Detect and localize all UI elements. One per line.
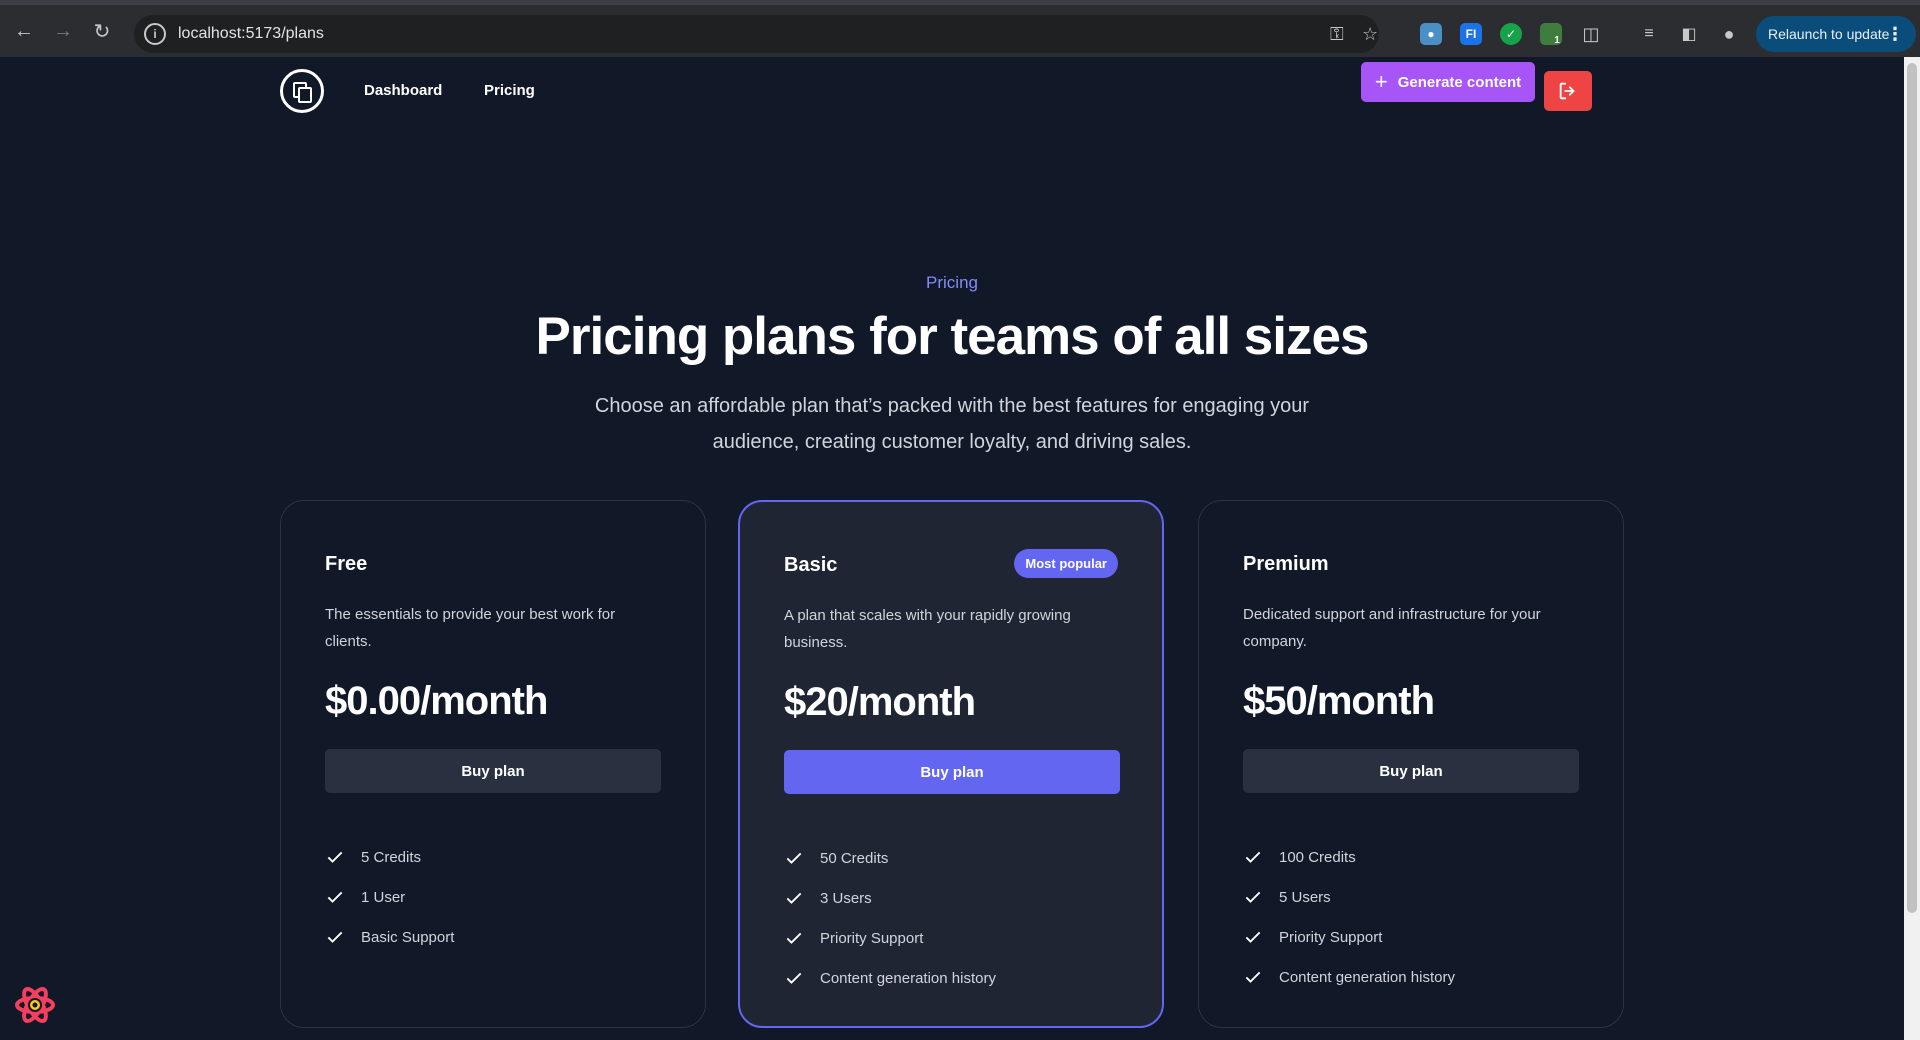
plan-name: Free <box>325 553 368 575</box>
feature-item: Priority Support <box>784 918 996 958</box>
check-icon <box>327 851 343 863</box>
logout-button[interactable] <box>1544 71 1592 111</box>
feature-item: Content generation history <box>1243 957 1455 997</box>
feature-item: 5 Credits <box>325 837 454 877</box>
feature-item: Content generation history <box>784 958 996 998</box>
nav-link-pricing[interactable]: Pricing <box>484 82 535 99</box>
plan-name: Basic <box>784 554 838 576</box>
feature-item: 5 Users <box>1243 877 1455 917</box>
plan-name: Premium <box>1243 553 1329 575</box>
buy-plan-button[interactable]: Buy plan <box>1243 749 1579 793</box>
feature-item: 1 User <box>325 877 454 917</box>
media-queue-icon[interactable]: ≡ <box>1638 23 1660 45</box>
check-icon <box>786 892 802 904</box>
plan-card-basic: Basic Most popular A plan that scales wi… <box>738 500 1164 1028</box>
check-icon <box>786 852 802 864</box>
feature-item: Priority Support <box>1243 917 1455 957</box>
app-logo[interactable] <box>280 69 324 113</box>
feature-list: 50 Credits 3 Users Priority Support Cont… <box>784 838 996 998</box>
site-info-icon[interactable]: i <box>144 23 166 45</box>
plan-price: $20/month <box>784 680 976 724</box>
check-icon <box>1245 931 1261 943</box>
forward-icon[interactable]: → <box>48 16 78 46</box>
extension-fi-icon[interactable]: FI <box>1460 23 1482 45</box>
back-icon[interactable]: ← <box>9 16 39 46</box>
relaunch-button[interactable]: Relaunch to update ⋮ <box>1756 16 1916 52</box>
plan-card-premium: Premium Dedicated support and infrastruc… <box>1198 500 1624 1028</box>
plan-card-free: Free The essentials to provide your best… <box>280 500 706 1028</box>
address-bar[interactable]: i localhost:5173/plans ⚿ ☆ <box>134 15 1379 53</box>
page-title: Pricing plans for teams of all sizes <box>535 307 1370 366</box>
extension-icon[interactable]: ● <box>1420 23 1442 45</box>
url-text[interactable]: localhost:5173/plans <box>178 25 324 43</box>
extension-check-icon[interactable]: ✓ <box>1500 23 1522 45</box>
buy-plan-button[interactable]: Buy plan <box>784 750 1120 794</box>
check-icon <box>1245 851 1261 863</box>
generate-content-button[interactable]: + Generate content <box>1361 62 1535 102</box>
plan-price: $50/month <box>1243 679 1435 723</box>
reload-icon[interactable]: ↻ <box>87 16 117 46</box>
check-icon <box>1245 971 1261 983</box>
browser-toolbar: ← → ↻ i localhost:5173/plans ⚿ ☆ ● FI ✓ … <box>0 0 1920 57</box>
feature-item: 3 Users <box>784 878 996 918</box>
buy-plan-button[interactable]: Buy plan <box>325 749 661 793</box>
password-key-icon[interactable]: ⚿ <box>1330 24 1344 45</box>
scrollbar-thumb[interactable] <box>1907 63 1917 913</box>
most-popular-badge: Most popular <box>1014 549 1118 578</box>
check-icon <box>786 932 802 944</box>
nav-link-dashboard[interactable]: Dashboard <box>364 82 442 99</box>
logout-icon <box>1559 82 1575 100</box>
check-icon <box>786 972 802 984</box>
check-icon <box>1245 891 1261 903</box>
feature-item: 100 Credits <box>1243 837 1455 877</box>
plus-icon: + <box>1374 69 1388 94</box>
menu-dots-icon[interactable]: ⋮ <box>1886 24 1904 45</box>
profile-icon[interactable]: ● <box>1718 23 1740 45</box>
react-devtools-icon[interactable] <box>14 984 56 1026</box>
extension-badge-icon[interactable]: 1 <box>1540 23 1562 46</box>
plan-description: Dedicated support and infrastructure for… <box>1243 606 1541 650</box>
section-eyebrow: Pricing <box>926 273 978 292</box>
page-subtitle: Choose an affordable plan that’s packed … <box>594 395 1310 453</box>
feature-item: 50 Credits <box>784 838 996 878</box>
check-icon <box>327 931 343 943</box>
feature-list: 100 Credits 5 Users Priority Support Con… <box>1243 837 1455 997</box>
side-panel-icon[interactable]: ◧ <box>1678 23 1700 45</box>
feature-item: Basic Support <box>325 917 454 957</box>
check-icon <box>327 891 343 903</box>
bookmark-star-icon[interactable]: ☆ <box>1362 24 1378 45</box>
feature-list: 5 Credits 1 User Basic Support <box>325 837 454 957</box>
plan-description: The essentials to provide your best work… <box>325 606 616 650</box>
plan-price: $0.00/month <box>325 679 548 723</box>
scrollbar[interactable] <box>1904 57 1920 1040</box>
puzzle-icon[interactable]: ◫ <box>1580 23 1602 45</box>
plan-description: A plan that scales with your rapidly gro… <box>784 607 1071 651</box>
